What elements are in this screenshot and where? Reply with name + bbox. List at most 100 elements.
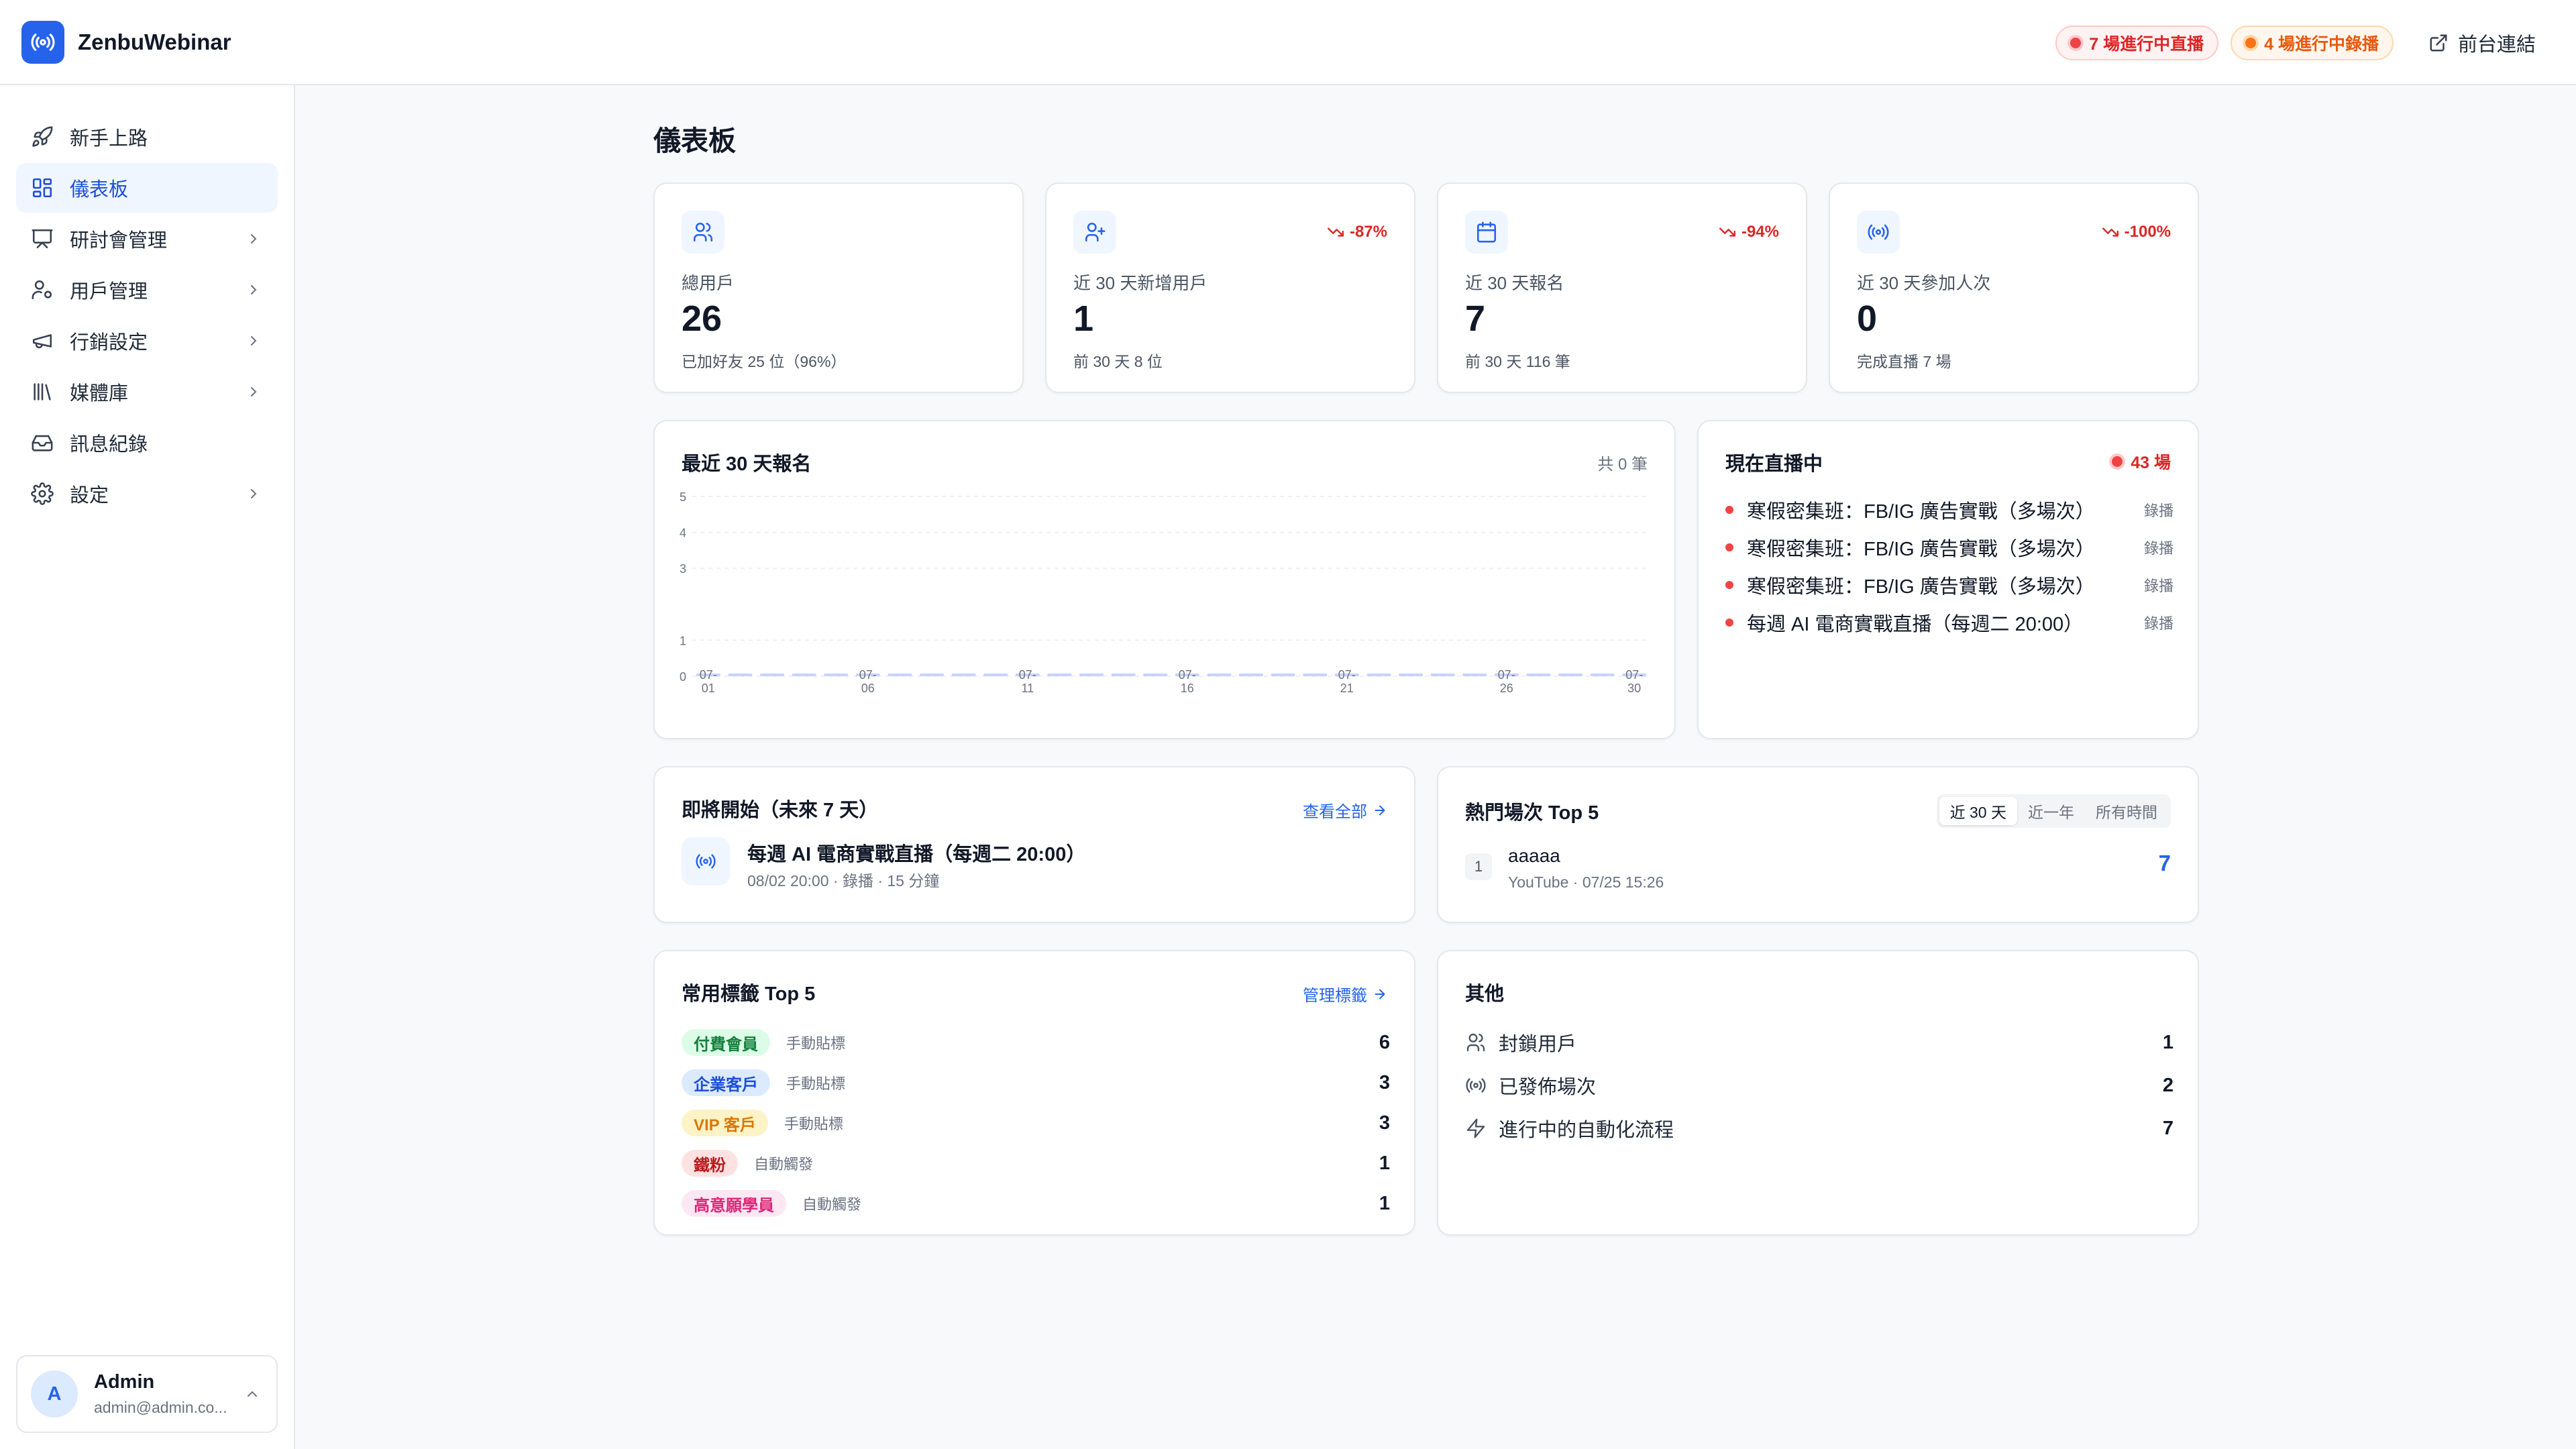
chevron-right-icon <box>251 336 257 345</box>
sidebar-item-webinars[interactable]: 研討會管理 <box>16 214 278 264</box>
tag-count: 6 <box>1379 1031 1390 1053</box>
chart-bar <box>792 674 816 676</box>
recording-status-badge[interactable]: 4 場進行中錄播 <box>2231 25 2394 60</box>
inbox-icon <box>32 435 53 451</box>
sidebar-item-users[interactable]: 用戶管理 <box>16 265 278 315</box>
other-list: 封鎖用戶 1 已發佈場次 2 進行中的自動化流程 7 <box>1465 1021 2174 1150</box>
chevron-right-icon <box>251 387 257 396</box>
chart-bar <box>951 674 976 676</box>
live-dot-icon <box>2070 38 2082 48</box>
live-count-badge: 43 場 <box>2112 449 2171 474</box>
recording-status-text: 4 場進行中錄播 <box>2264 35 2379 54</box>
broadcast-icon <box>682 837 730 885</box>
live-item[interactable]: 寒假密集班：FB/IG 廣告實戰（多場次） 錄播 <box>1725 491 2174 529</box>
sidebar-item-dashboard[interactable]: 儀表板 <box>16 163 278 213</box>
y-tick-label: 0 <box>680 670 686 684</box>
live-status-text: 7 場進行中直播 <box>2089 35 2204 54</box>
chevron-right-icon <box>251 234 257 244</box>
trend-value: -94% <box>1741 223 1779 241</box>
arrow-right-icon <box>1375 989 1385 999</box>
live-item-name: 寒假密集班：FB/IG 廣告實戰（多場次） <box>1747 539 2095 560</box>
chart-bar <box>1398 674 1424 676</box>
megaphone-icon <box>32 334 52 349</box>
sidebar-item-label: 用戶管理 <box>70 281 148 303</box>
other-row-automation[interactable]: 進行中的自動化流程 7 <box>1465 1107 2174 1150</box>
stat-value: 7 <box>1465 299 1486 339</box>
other-row-blocked-users[interactable]: 封鎖用戶 1 <box>1465 1021 2174 1064</box>
top-sessions-card: 熱門場次 Top 5 近 30 天 近一年 所有時間 1 aaaaa YouTu… <box>1437 766 2199 923</box>
sidebar-item-label: 設定 <box>70 485 109 506</box>
live-status-badge[interactable]: 7 場進行中直播 <box>2055 25 2219 60</box>
sidebar-item-label: 儀表板 <box>70 179 129 201</box>
user-menu[interactable]: A Admin admin@admin.co... <box>16 1355 278 1433</box>
live-dot-icon <box>2112 456 2123 467</box>
tag-chip: 付費會員 <box>682 1029 770 1056</box>
y-tick-label: 4 <box>680 527 686 540</box>
user-email: admin@admin.co... <box>94 1399 227 1416</box>
sidebar-nav: 新手上路 儀表板 研討會管理 用戶管理 行銷設定 媒體庫 訊息紀錄 設定 <box>16 112 278 520</box>
front-link[interactable]: 前台連結 <box>2428 29 2536 57</box>
live-bullet-icon <box>1725 581 1733 589</box>
other-count: 1 <box>2162 1031 2174 1053</box>
sidebar-item-media[interactable]: 媒體庫 <box>16 367 278 417</box>
other-label: 進行中的自動化流程 <box>1499 1120 1674 1141</box>
top-session-name[interactable]: aaaaa <box>1508 845 1560 867</box>
live-now-title: 現在直播中 <box>1725 453 1823 475</box>
tag-count: 1 <box>1379 1152 1390 1174</box>
chart-bar <box>1430 674 1455 676</box>
stat-value: 0 <box>1857 299 1878 339</box>
y-tick-label: 5 <box>680 490 686 504</box>
tab-all-time[interactable]: 所有時間 <box>2085 797 2168 825</box>
live-item[interactable]: 寒假密集班：FB/IG 廣告實戰（多場次） 錄播 <box>1725 566 2174 604</box>
external-link-icon <box>2430 34 2447 52</box>
upcoming-item-title[interactable]: 每週 AI 電商實戰直播（每週二 20:00） <box>747 839 1085 867</box>
other-count: 7 <box>2162 1117 2174 1139</box>
live-item[interactable]: 每週 AI 電商實戰直播（每週二 20:00） 錄播 <box>1725 604 2174 641</box>
stat-subtext: 前 30 天 116 筆 <box>1465 353 1570 370</box>
sidebar-item-getting-started[interactable]: 新手上路 <box>16 112 278 162</box>
stat-value: 1 <box>1073 299 1094 339</box>
x-tick-label: 07-16 <box>1179 668 1196 695</box>
page-title: 儀表板 <box>653 125 736 156</box>
tag-row[interactable]: VIP 客戶 手動貼標 3 <box>682 1103 1390 1143</box>
stat-card-new-users: -87% 近 30 天新增用戶 1 前 30 天 8 位 <box>1045 182 1415 393</box>
chart-title: 最近 30 天報名 <box>682 453 812 475</box>
x-tick-label: 07-06 <box>859 668 877 695</box>
tag-row[interactable]: 企業客戶 手動貼標 3 <box>682 1063 1390 1103</box>
tag-row[interactable]: 付費會員 手動貼標 6 <box>682 1022 1390 1063</box>
sidebar-item-messages[interactable]: 訊息紀錄 <box>16 418 278 468</box>
stat-subtext: 前 30 天 8 位 <box>1073 353 1163 370</box>
sidebar-item-settings[interactable]: 設定 <box>16 469 278 519</box>
brand[interactable]: ZenbuWebinar <box>21 21 231 64</box>
sidebar-item-label: 媒體庫 <box>70 383 129 405</box>
tab-year[interactable]: 近一年 <box>2017 797 2085 825</box>
avatar: A <box>31 1371 78 1417</box>
live-item[interactable]: 寒假密集班：FB/IG 廣告實戰（多場次） 錄播 <box>1725 529 2174 566</box>
tag-chip: 鐵粉 <box>682 1150 738 1177</box>
stat-label: 近 30 天參加人次 <box>1857 273 1991 293</box>
stat-label: 近 30 天報名 <box>1465 273 1564 293</box>
chart-bar <box>919 674 945 676</box>
sidebar-item-label: 新手上路 <box>70 128 148 150</box>
tag-row[interactable]: 鐵粉 自動觸發 1 <box>682 1143 1390 1183</box>
time-range-tabs: 近 30 天 近一年 所有時間 <box>1936 794 2171 828</box>
sidebar: 新手上路 儀表板 研討會管理 用戶管理 行銷設定 媒體庫 訊息紀錄 設定 A A… <box>0 85 295 1449</box>
live-item-name: 寒假密集班：FB/IG 廣告實戰（多場次） <box>1747 576 2095 598</box>
other-card: 其他 封鎖用戶 1 已發佈場次 2 進行中的自動化流程 7 <box>1437 950 2199 1236</box>
sidebar-item-marketing[interactable]: 行銷設定 <box>16 316 278 366</box>
lightning-icon <box>1466 1118 1485 1138</box>
live-item-type: 錄播 <box>2143 502 2174 519</box>
user-name: Admin <box>94 1371 155 1393</box>
chart-bar <box>1047 674 1072 676</box>
view-all-link[interactable]: 查看全部 <box>1303 798 1387 822</box>
tab-30-days[interactable]: 近 30 天 <box>1939 797 2017 825</box>
gear-icon <box>31 482 54 505</box>
chart-total: 共 0 筆 <box>1597 455 1648 474</box>
live-now-card: 現在直播中 43 場 寒假密集班：FB/IG 廣告實戰（多場次） 錄播 寒假密集… <box>1697 420 2199 739</box>
manage-tags-link[interactable]: 管理標籤 <box>1303 982 1387 1006</box>
tag-row[interactable]: 高意願學員 自動觸發 1 <box>682 1183 1390 1224</box>
other-row-published[interactable]: 已發佈場次 2 <box>1465 1064 2174 1107</box>
y-tick-label: 3 <box>680 562 686 576</box>
broadcast-icon <box>1857 211 1900 254</box>
broadcast-icon <box>1466 1078 1486 1093</box>
